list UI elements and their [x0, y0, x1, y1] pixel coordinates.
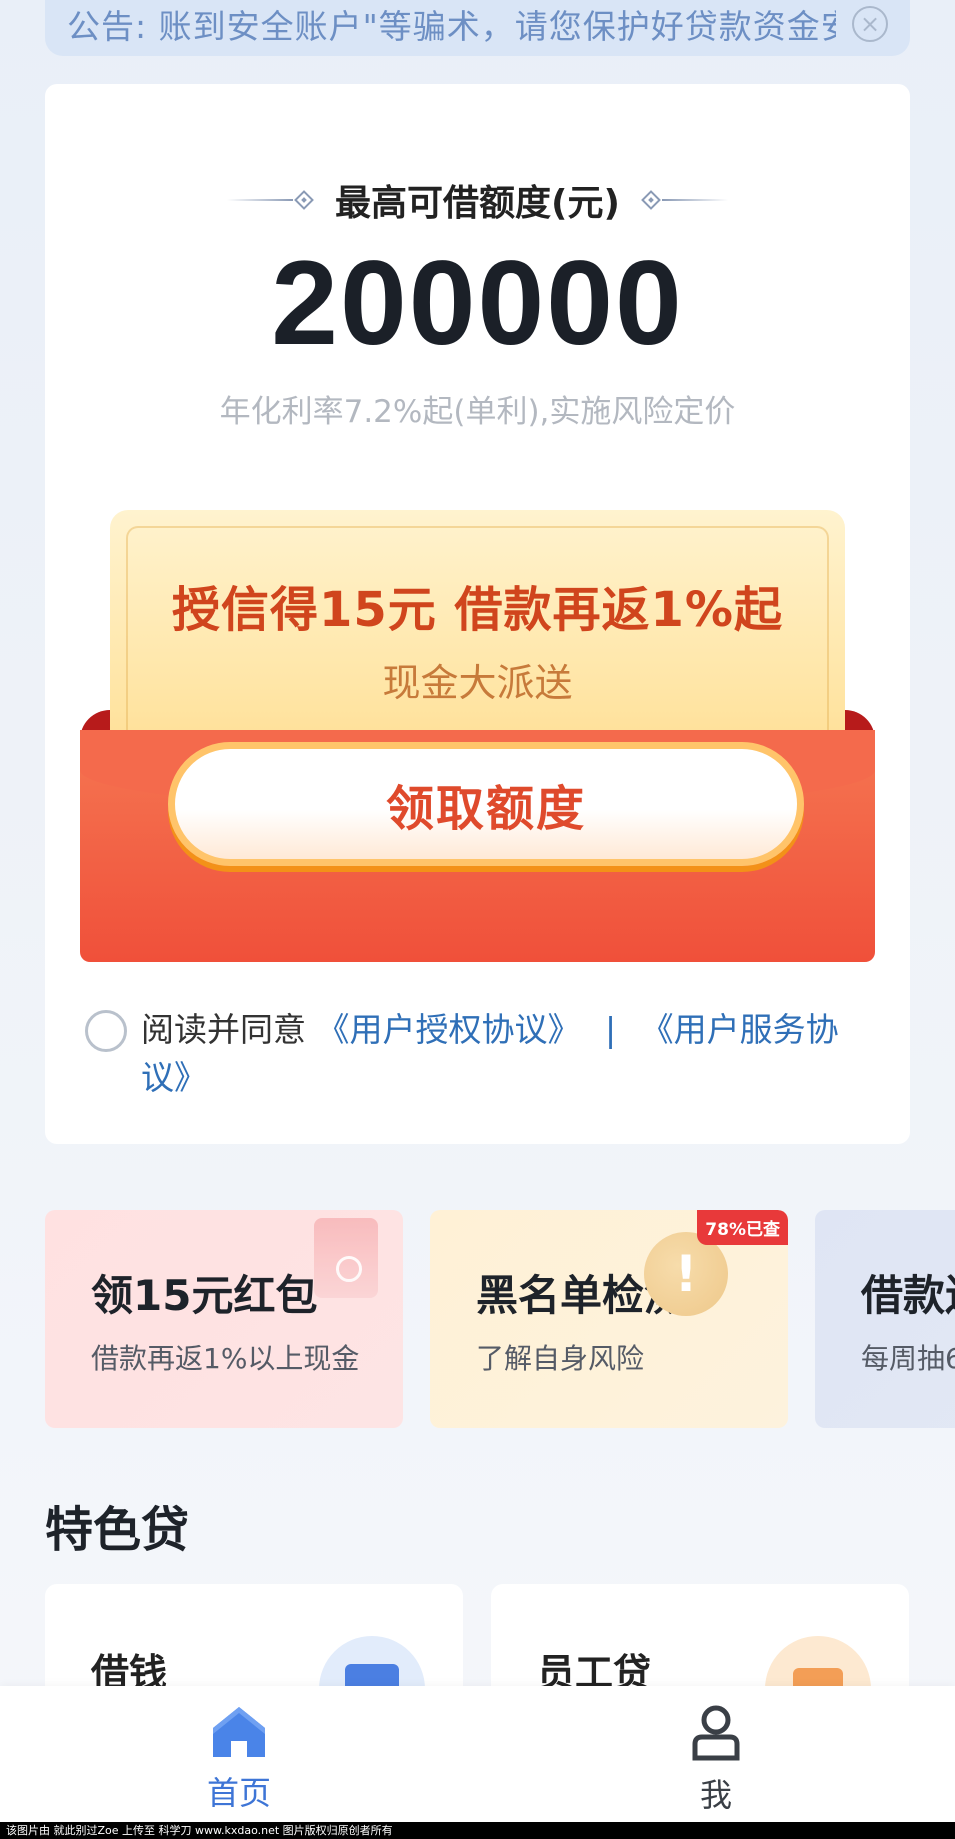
feature-carousel[interactable]: 领15元红包 借款再返1%以上现金 ! 78%已查 黑名单检测 了解自身风险 借… — [45, 1210, 955, 1430]
bottom-tab-bar: 首页 我 — [0, 1686, 955, 1822]
announcement-text: 公告: 账到安全账户"等骗术，请您保护好贷款资金安 — [67, 7, 836, 46]
close-icon[interactable]: × — [852, 6, 888, 42]
tab-me-label: 我 — [699, 1776, 732, 1814]
feature-desc: 每周抽6 — [861, 1342, 955, 1375]
quota-amount: 200000 — [271, 236, 684, 370]
feature-desc: 借款再返1%以上现金 — [91, 1342, 360, 1375]
title-decoration-left — [227, 190, 315, 210]
announcement-bar: 公告: 账到安全账户"等骗术，请您保护好贷款资金安 × — [45, 0, 910, 56]
agreement-text: 阅读并同意 《用户授权协议》 | 《用户服务协议》 — [141, 1006, 840, 1102]
promo-headline: 授信得15元 借款再返1%起 — [171, 582, 783, 638]
feature-title: 借款送 — [861, 1271, 955, 1320]
feature-card-blacklist[interactable]: ! 78%已查 黑名单检测 了解自身风险 — [430, 1210, 788, 1428]
agreement-prefix: 阅读并同意 — [141, 1010, 306, 1049]
user-icon — [692, 1705, 740, 1761]
home-icon — [213, 1707, 265, 1757]
section-title: 特色贷 — [45, 1502, 190, 1558]
feature-card-red-envelope[interactable]: 领15元红包 借款再返1%以上现金 — [45, 1210, 403, 1428]
quota-title-row: 最高可借额度(元) — [45, 174, 910, 226]
user-authorization-link[interactable]: 《用户授权协议》 — [317, 1010, 581, 1049]
agreement-row: 阅读并同意 《用户授权协议》 | 《用户服务协议》 — [85, 1006, 840, 1102]
tab-home-label: 首页 — [206, 1774, 271, 1812]
red-packet-promo: 授信得15元 借款再返1%起 现金大派送 领取额度 — [80, 510, 875, 962]
watermark-footer: 该图片由 就此别过Zoe 上传至 科学刀 www.kxdao.net 图片版权归… — [0, 1822, 955, 1839]
tab-me[interactable]: 我 — [636, 1704, 796, 1816]
red-envelope-icon — [314, 1218, 378, 1298]
rate-text: 年化利率7.2%起(单利),实施风险定价 — [219, 394, 736, 430]
feature-card-loan-gift[interactable]: 借款送 每周抽6 — [815, 1210, 955, 1428]
agreement-separator: | — [605, 1010, 617, 1049]
title-decoration-right — [640, 190, 728, 210]
agreement-checkbox[interactable] — [85, 1010, 127, 1052]
feature-desc: 了解自身风险 — [476, 1342, 645, 1375]
quota-card: 最高可借额度(元) 200000 年化利率7.2%起(单利),实施风险定价 授信… — [45, 84, 910, 1144]
feature-title: 黑名单检测 — [476, 1271, 687, 1320]
tab-home[interactable]: 首页 — [159, 1704, 319, 1814]
claim-quota-button[interactable]: 领取额度 — [168, 742, 804, 866]
quota-title: 最高可借额度(元) — [335, 183, 620, 224]
promo-subtitle: 现金大派送 — [382, 661, 573, 705]
checked-badge: 78%已查 — [697, 1210, 788, 1245]
